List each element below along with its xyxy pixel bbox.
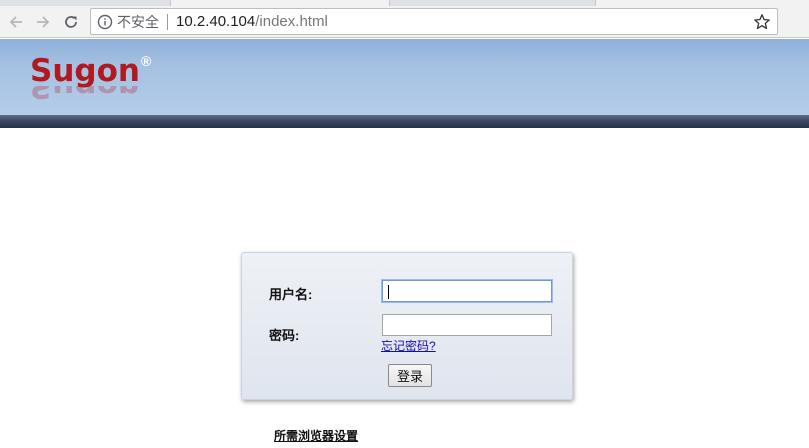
logo-text: Sugon — [30, 53, 140, 89]
arrow-right-icon — [37, 16, 50, 28]
text-caret — [388, 285, 389, 299]
sugon-logo: Sugon Sugon ® — [30, 53, 160, 115]
registered-mark: ® — [141, 53, 152, 69]
reload-button[interactable] — [59, 10, 83, 34]
login-panel: 用户名: 密码: 忘记密码? 登录 — [241, 252, 573, 400]
forward-button[interactable] — [31, 10, 55, 34]
info-icon[interactable] — [97, 14, 113, 30]
security-status: 不安全 — [117, 13, 159, 30]
login-button[interactable]: 登录 — [388, 364, 432, 387]
username-label: 用户名: — [269, 287, 313, 302]
arrow-left-icon — [9, 16, 22, 28]
address-separator — [167, 13, 168, 30]
address-bar[interactable]: 不安全 10.2.40.104 /index.html — [90, 8, 778, 35]
password-label: 密码: — [269, 328, 300, 343]
site-header: Sugon Sugon ® — [0, 39, 809, 115]
star-icon[interactable] — [753, 13, 771, 31]
back-button[interactable] — [4, 10, 28, 34]
url-host: 10.2.40.104 — [176, 13, 256, 30]
browser-settings-link[interactable]: 所需浏览器设置 — [274, 427, 358, 444]
forgot-password-link[interactable]: 忘记密码? — [381, 337, 436, 354]
browser-toolbar: 不安全 10.2.40.104 /index.html — [0, 6, 809, 38]
header-stripe — [0, 115, 809, 128]
url-path: /index.html — [255, 13, 328, 30]
password-input[interactable] — [382, 314, 552, 336]
logo-reflection: Sugon — [30, 86, 140, 104]
reload-icon — [65, 16, 77, 28]
username-input[interactable] — [382, 280, 552, 302]
